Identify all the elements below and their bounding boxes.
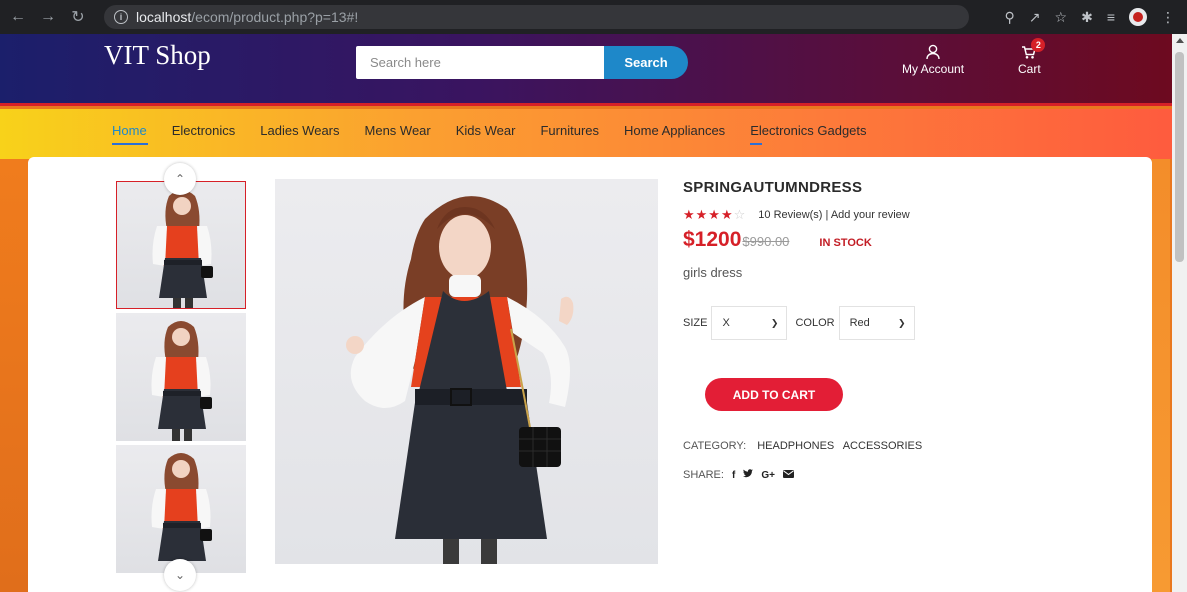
product-description: girls dress: [683, 265, 743, 280]
my-account-link[interactable]: My Account: [902, 44, 964, 76]
nav-item-furnitures[interactable]: Furnitures: [540, 123, 599, 142]
site-logo[interactable]: VIT Shop: [104, 40, 211, 71]
reviews-link[interactable]: 10 Review(s) | Add your review: [758, 209, 909, 221]
nav-item-mens-wear[interactable]: Mens Wear: [365, 123, 431, 142]
cart-link[interactable]: 2 Cart: [1018, 38, 1046, 76]
nav-item-electronics[interactable]: Electronics: [172, 123, 236, 142]
thumbnail-2[interactable]: [116, 313, 246, 441]
search-button[interactable]: Search: [604, 46, 688, 79]
chevron-down-icon: ❯: [770, 317, 779, 328]
category-row: CATEGORY: HEADPHONES ACCESSORIES: [683, 440, 928, 452]
my-account-label: My Account: [902, 62, 965, 76]
back-icon[interactable]: ←: [6, 5, 30, 29]
reading-list-icon[interactable]: ≡: [1107, 9, 1115, 25]
old-price: $990.00: [742, 234, 790, 249]
bookmark-star-icon[interactable]: ☆: [1055, 9, 1068, 26]
thumbnail-2-image: [151, 321, 212, 441]
search-input[interactable]: [356, 46, 604, 79]
scrollbar-thumb[interactable]: [1175, 52, 1184, 262]
forward-icon[interactable]: →: [36, 5, 60, 29]
search-bar: Search: [356, 46, 688, 79]
category-nav: Home Electronics Ladies Wears Mens Wear …: [0, 109, 1187, 159]
nav-item-home-appliances[interactable]: Home Appliances: [624, 123, 725, 142]
add-to-cart-button[interactable]: ADD TO CART: [705, 378, 843, 411]
site-header: VIT Shop Search My Account 2 Cart: [0, 34, 1187, 106]
thumbnail-down-icon[interactable]: ⌄: [164, 559, 196, 591]
share-page-icon[interactable]: ↗: [1029, 9, 1041, 26]
nav-item-electronics-gadgets[interactable]: Electronics Gadgets: [750, 123, 867, 145]
url-path: /ecom/product.php?p=13#!: [191, 9, 359, 25]
product-card: ⌃ ⌄ SPRINGAUTUMNDRESS ★★★★☆ 10 Review(s)…: [28, 157, 1152, 592]
thumbnail-3-image: [151, 453, 212, 561]
chevron-down-icon: ❯: [898, 317, 906, 328]
color-value: Red: [849, 317, 870, 329]
current-price: $1200: [683, 228, 742, 251]
cart-icon: 2: [1021, 38, 1046, 62]
google-plus-icon[interactable]: G+: [761, 470, 775, 481]
stock-status-badge: IN STOCK: [819, 237, 872, 249]
nav-item-ladies-wears[interactable]: Ladies Wears: [260, 123, 339, 142]
browser-menu-icon[interactable]: ⋮: [1161, 9, 1175, 26]
thumbnail-3[interactable]: [116, 445, 246, 573]
size-value: X: [722, 317, 730, 329]
thumbnail-gallery: ⌃ ⌄: [116, 163, 246, 591]
star-rating-icon: ★★★★☆: [683, 207, 747, 222]
share-row: SHARE: f G+: [683, 469, 794, 481]
extensions-icon[interactable]: ✱: [1081, 9, 1093, 26]
thumbnail-1[interactable]: [116, 181, 246, 309]
browser-toolbar: ← → ↻ i localhost/ecom/product.php?p=13#…: [0, 0, 1187, 34]
nav-item-kids-wear[interactable]: Kids Wear: [456, 123, 516, 142]
facebook-icon[interactable]: f: [732, 470, 735, 481]
color-label: COLOR: [795, 317, 835, 329]
size-label: SIZE: [683, 317, 708, 329]
thumbnail-1-image: [152, 190, 213, 308]
thumbnail-up-icon[interactable]: ⌃: [164, 163, 196, 195]
category-label: CATEGORY:: [683, 440, 747, 452]
main-product-image[interactable]: [275, 179, 658, 564]
url-host: localhost: [136, 9, 192, 25]
cart-count-badge: 2: [1031, 38, 1046, 52]
category-link-accessories[interactable]: ACCESSORIES: [843, 440, 922, 452]
rating-row: ★★★★☆ 10 Review(s) | Add your review: [683, 207, 910, 223]
product-title: SPRINGAUTUMNDRESS: [683, 179, 863, 196]
address-bar[interactable]: i localhost/ecom/product.php?p=13#!: [104, 5, 969, 29]
product-photo: [346, 196, 574, 564]
profile-avatar-icon[interactable]: [1129, 8, 1147, 26]
cart-label: Cart: [1018, 62, 1041, 76]
zoom-icon[interactable]: ⚲: [1005, 9, 1015, 26]
site-info-icon[interactable]: i: [114, 10, 128, 24]
browser-actions: ⚲ ↗ ☆ ✱ ≡ ⋮: [1005, 0, 1187, 34]
reload-icon[interactable]: ↻: [66, 5, 90, 29]
price-row: $1200 $990.00 IN STOCK: [683, 228, 872, 252]
product-options: SIZE X ❯ COLOR Red ❯: [683, 306, 923, 340]
twitter-icon[interactable]: [743, 469, 754, 481]
page-background-left: [0, 159, 28, 592]
email-icon[interactable]: [782, 469, 794, 481]
page-scrollbar[interactable]: [1172, 34, 1187, 592]
category-link-headphones[interactable]: HEADPHONES: [757, 440, 834, 452]
nav-item-home[interactable]: Home: [112, 123, 148, 145]
user-icon: [926, 44, 940, 62]
size-select[interactable]: X ❯: [711, 306, 788, 340]
color-select[interactable]: Red ❯: [838, 306, 915, 340]
share-label: SHARE:: [683, 469, 724, 481]
page-background-right: [1152, 159, 1170, 592]
scroll-up-icon[interactable]: [1176, 38, 1184, 43]
